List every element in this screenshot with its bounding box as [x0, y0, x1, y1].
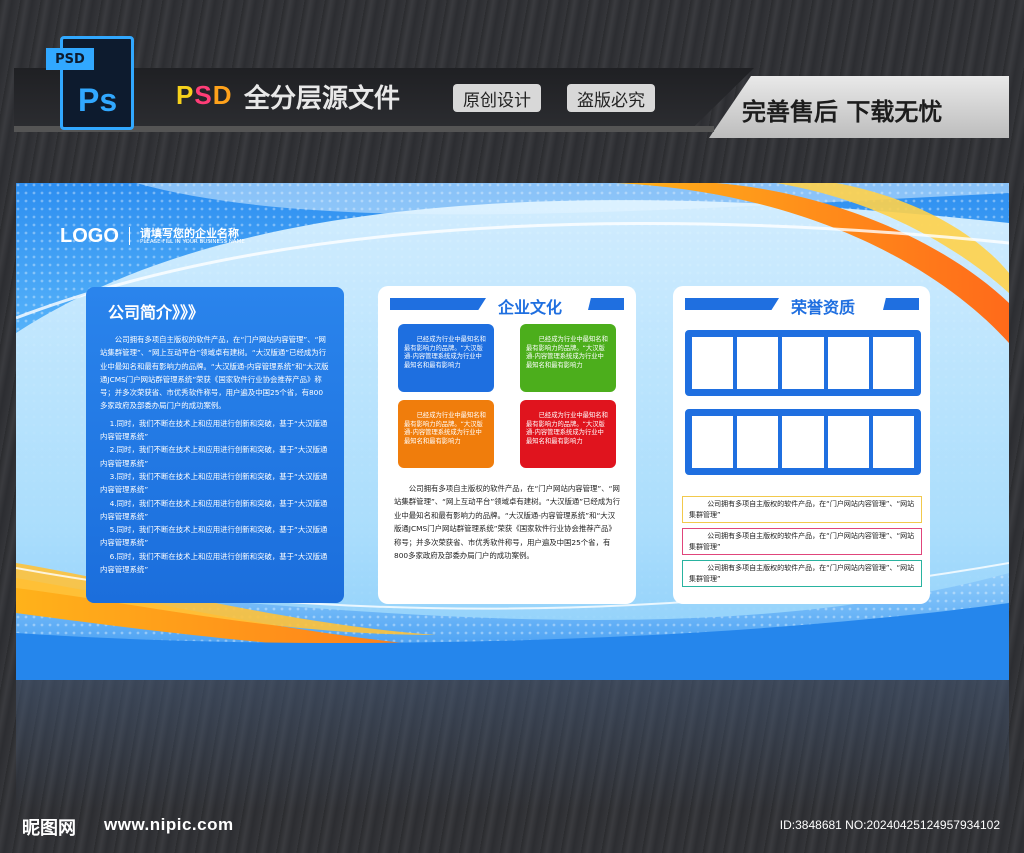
intro-title: 公司简介》》》 — [108, 303, 205, 322]
pill-piracy: 盗版必究 — [567, 84, 655, 112]
certificate-slot — [692, 337, 734, 389]
honors-panel: 荣誉资质 公司拥有多项自主版权的软件产品，在“门户网站内容管理”、“网站集群管理… — [673, 286, 930, 604]
watermark-site-name: 昵图网 — [22, 818, 76, 839]
culture-header-bar-right — [588, 298, 624, 310]
board-reflection — [16, 680, 1009, 810]
certificate-slot — [872, 416, 915, 468]
culture-title: 企业文化 — [498, 298, 563, 317]
certificate-frame-row — [685, 330, 921, 396]
logo-text: LOGO — [60, 225, 119, 247]
culture-box-red: 已经成为行业中最知名和最有影响力的品牌。“大汉版通-内容管理系统成为行业中最知名… — [520, 400, 616, 468]
intro-paragraph: 公司拥有多项自主版权的软件产品，在“门户网站内容管理”、“网站集群管理”、“网上… — [100, 335, 329, 411]
banner-slogan: 完善售后 下载无忧 — [742, 98, 943, 126]
honor-note-pink: 公司拥有多项自主版权的软件产品，在“门户网站内容管理”、“网站集群管理” — [682, 528, 922, 555]
honor-title: 荣誉资质 — [791, 298, 856, 317]
watermark-id: ID:3848681 NO:20240425124957934102 — [779, 818, 1000, 832]
psd-letter-d: D — [212, 80, 233, 110]
ps-letters: Ps — [78, 82, 118, 118]
honor-header-bar-right — [883, 298, 919, 310]
corporate-culture-panel: 企业文化 已经成为行业中最知名和最有影响力的品牌。“大汉版通-内容管理系统成为行… — [378, 286, 636, 604]
certificate-slot — [737, 337, 779, 389]
display-board: LOGO 请填写您的企业名称 PLEASE FILL IN YOUR BUSIN… — [16, 183, 1009, 680]
photoshop-file-icon: PSD Ps — [46, 34, 136, 132]
certificate-slot — [782, 416, 824, 468]
certificate-slot — [782, 337, 824, 389]
company-intro-panel: 公司简介》》》 公司拥有多项自主版权的软件产品，在“门户网站内容管理”、“网站集… — [86, 287, 344, 603]
banner-title: 全分层源文件 — [244, 84, 401, 114]
psd-letter-s: S — [194, 80, 213, 110]
certificate-slot — [692, 416, 734, 468]
certificate-slot — [827, 416, 869, 468]
intro-item: 5.同时，我们不断在技术上和应用进行创新和突破，基于“大汉版通内容管理系统” — [100, 525, 328, 548]
culture-paragraph: 公司拥有多项自主版权的软件产品，在“门户网站内容管理”、“网站集群管理”、“网上… — [394, 484, 621, 561]
intro-item: 3.同时，我们不断在技术上和应用进行创新和突破，基于“大汉版通内容管理系统” — [100, 471, 328, 495]
watermark-url: www.nipic.com — [104, 815, 234, 834]
pill-original: 原创设计 — [453, 84, 541, 112]
file-tag: PSD — [46, 48, 94, 70]
honor-note-yellow: 公司拥有多项自主版权的软件产品，在“门户网站内容管理”、“网站集群管理” — [682, 496, 922, 523]
culture-box-green: 已经成为行业中最知名和最有影响力的品牌。“大汉版通-内容管理系统成为行业中最知名… — [520, 324, 616, 392]
logo-divider — [129, 227, 130, 245]
certificate-slot — [827, 337, 869, 389]
certificate-slot — [872, 337, 915, 389]
intro-item: 2.同时，我们不断在技术上和应用进行创新和突破，基于“大汉版通内容管理系统” — [100, 445, 328, 468]
company-name-en: PLEASE FILL IN YOUR BUSINESS NAME — [140, 239, 245, 245]
certificate-slot — [737, 416, 779, 468]
honor-header-bar-left — [685, 298, 779, 310]
psd-word: PSD — [176, 80, 232, 111]
certificate-frame-row — [685, 409, 921, 475]
psd-letter-p: P — [176, 80, 195, 110]
culture-box-orange: 已经成为行业中最知名和最有影响力的品牌。“大汉版通-内容管理系统成为行业中最知名… — [398, 400, 494, 468]
intro-item: 1.同时，我们不断在技术上和应用进行创新和突破，基于“大汉版通内容管理系统” — [100, 418, 328, 442]
intro-list: 1.同时，我们不断在技术上和应用进行创新和突破，基于“大汉版通内容管理系统” 2… — [100, 417, 330, 577]
honor-note-teal: 公司拥有多项自主版权的软件产品，在“门户网站内容管理”、“网站集群管理” — [682, 560, 922, 587]
culture-box-blue: 已经成为行业中最知名和最有影响力的品牌。“大汉版通-内容管理系统成为行业中最知名… — [398, 324, 494, 392]
intro-item: 4.同时，我们不断在技术上和应用进行创新和突破，基于“大汉版通内容管理系统” — [100, 498, 328, 521]
intro-item: 6.同时，我们不断在技术上和应用进行创新和突破，基于“大汉版通内容管理系统” — [100, 551, 328, 575]
culture-header-bar-left — [390, 298, 486, 310]
